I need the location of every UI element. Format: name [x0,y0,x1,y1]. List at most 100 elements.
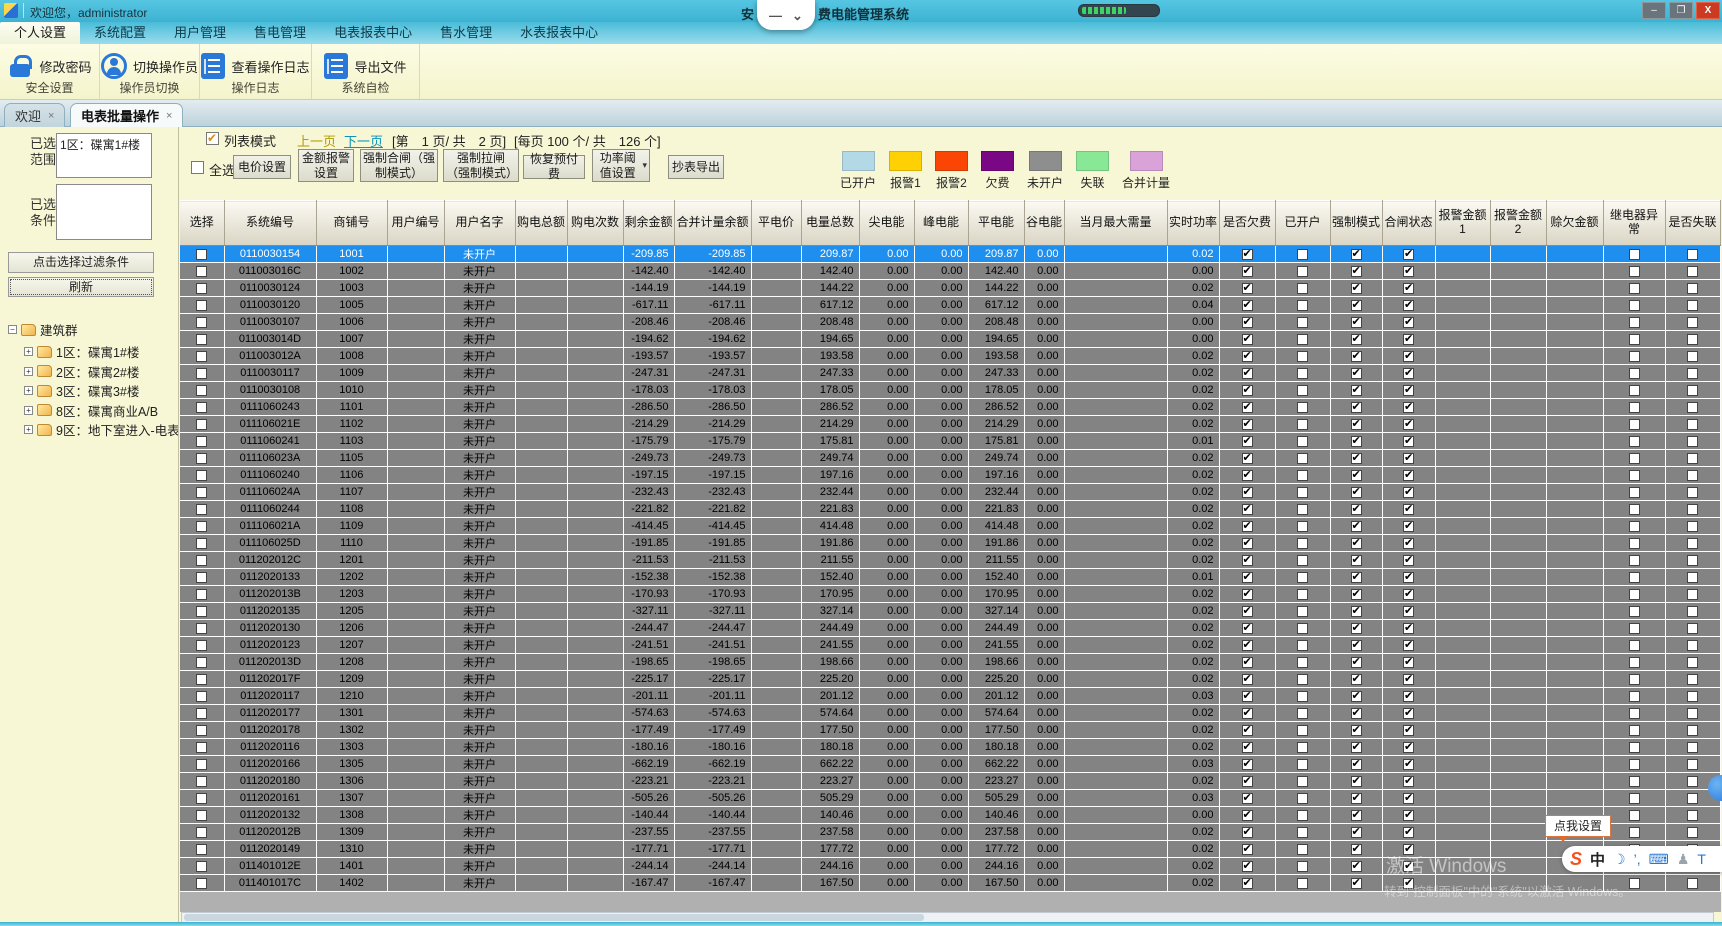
relay-abnormal-checkbox[interactable] [1628,503,1640,515]
is-owing-checkbox[interactable] [1241,808,1253,821]
row-select-checkbox[interactable] [196,299,208,311]
table-row[interactable]: 011003012A 1008 未开户 -193.57 -193.57 193.58 0.0… [180,347,1721,365]
is-lost-checkbox[interactable] [1687,690,1698,702]
is-owing-checkbox[interactable] [1241,689,1253,702]
table-row[interactable]: 011003016C 1002 未开户 -142.40 -142.40 142.40 0.0… [180,262,1721,280]
is-opened-checkbox[interactable] [1297,384,1308,396]
is-lost-checkbox[interactable] [1687,571,1698,583]
relay-abnormal-checkbox[interactable] [1628,299,1640,311]
table-row[interactable]: 0112020178 1302 未开户 -177.49 -177.49 177.50 0.0… [180,721,1721,739]
column-header-forced-mode[interactable]: 强制模式 [1330,200,1383,246]
cell-select[interactable] [180,449,225,467]
row-select-checkbox[interactable] [196,622,208,634]
forced-mode-checkbox[interactable] [1350,587,1362,600]
column-header-remaining-amount[interactable]: 剩余金额 [623,200,675,246]
row-select-checkbox[interactable] [196,860,208,872]
ime-mode-icon[interactable]: 中 [1590,849,1605,870]
relay-abnormal-checkbox[interactable] [1628,384,1640,396]
cell-select[interactable] [180,806,225,824]
gate-state-checkbox[interactable] [1403,757,1414,770]
is-opened-checkbox[interactable] [1297,826,1308,838]
tree-node-5[interactable]: +9区：地下室进入-电表 [24,420,180,439]
gate-state-checkbox[interactable] [1403,621,1414,634]
forced-mode-checkbox[interactable] [1350,434,1362,447]
column-header-credit-amount[interactable]: 赊欠金额 [1546,200,1604,246]
table-row[interactable]: 0112020132 1308 未开户 -140.44 -140.44 140.46 0.0… [180,806,1721,824]
row-select-checkbox[interactable] [196,690,208,702]
gate-state-checkbox[interactable] [1403,604,1414,617]
gate-state-checkbox[interactable] [1403,553,1414,566]
is-owing-checkbox[interactable] [1241,349,1253,362]
table-row[interactable]: 011106023A 1105 未开户 -249.73 -249.73 249.74 0.0… [180,449,1721,467]
tree-expander-icon[interactable]: − [8,325,17,334]
is-lost-checkbox[interactable] [1687,588,1698,600]
is-owing-checkbox[interactable] [1241,638,1253,651]
table-row[interactable]: 011202013B 1203 未开户 -170.93 -170.93 170.95 0.0… [180,585,1721,603]
cell-select[interactable] [180,755,225,773]
column-header-alarm-amount-1[interactable]: 报警金额1 [1435,200,1491,246]
cell-select[interactable] [180,483,225,501]
table-row[interactable]: 0111060244 1108 未开户 -221.82 -221.82 221.83 0.0… [180,500,1721,518]
gate-state-checkbox[interactable] [1403,349,1414,362]
cell-select[interactable] [180,347,225,365]
table-row[interactable]: 011003014D 1007 未开户 -194.62 -194.62 194.65 0.0… [180,330,1721,348]
is-lost-checkbox[interactable] [1687,809,1698,821]
column-header-merged-remaining[interactable]: 合并计量余额 [674,200,752,246]
is-lost-checkbox[interactable] [1687,673,1698,685]
prev-page-link[interactable]: 上一页 [297,131,336,150]
is-lost-checkbox[interactable] [1687,350,1698,362]
forced-mode-checkbox[interactable] [1350,757,1362,770]
column-header-select[interactable]: 选择 [180,200,225,246]
forced-mode-checkbox[interactable] [1350,264,1362,277]
is-opened-checkbox[interactable] [1297,792,1308,804]
is-owing-checkbox[interactable] [1241,485,1253,498]
action-button-1[interactable]: 电价设置 [233,155,291,179]
gate-state-checkbox[interactable] [1403,791,1414,804]
is-lost-checkbox[interactable] [1687,435,1698,447]
cell-select[interactable] [180,602,225,620]
cell-select[interactable] [180,534,225,552]
gate-state-checkbox[interactable] [1403,281,1414,294]
column-header-relay-abnormal[interactable]: 继电器异常 [1603,200,1666,246]
relay-abnormal-checkbox[interactable] [1628,520,1640,532]
action-button-7[interactable]: 抄表导出 [668,155,724,179]
row-select-checkbox[interactable] [196,792,208,804]
moon-icon[interactable]: ☽ [1613,852,1626,866]
row-select-checkbox[interactable] [196,520,208,532]
forced-mode-checkbox[interactable] [1350,553,1362,566]
cell-select[interactable] [180,432,225,450]
menu-item-7[interactable]: 水表报表中心 [506,22,612,44]
cell-select[interactable] [180,313,225,331]
is-opened-checkbox[interactable] [1297,401,1308,413]
forced-mode-checkbox[interactable] [1350,536,1362,549]
is-lost-checkbox[interactable] [1687,826,1698,838]
tree-node-1[interactable]: +1区：碟寓1#楼 [24,342,139,361]
is-opened-checkbox[interactable] [1297,724,1308,736]
cell-select[interactable] [180,517,225,535]
is-opened-checkbox[interactable] [1297,656,1308,668]
row-select-checkbox[interactable] [196,452,208,464]
table-row[interactable]: 0112020177 1301 未开户 -574.63 -574.63 574.64 0.0… [180,704,1721,722]
is-opened-checkbox[interactable] [1297,588,1308,600]
forced-mode-checkbox[interactable] [1350,298,1362,311]
cell-select[interactable] [180,789,225,807]
is-owing-checkbox[interactable] [1241,298,1253,311]
forced-mode-checkbox[interactable] [1350,621,1362,634]
tree-node-2[interactable]: +2区：碟寓2#楼 [24,362,139,381]
is-lost-checkbox[interactable] [1687,384,1698,396]
gate-state-checkbox[interactable] [1403,332,1414,345]
table-row[interactable]: 0111060241 1103 未开户 -175.79 -175.79 175.81 0.0… [180,432,1721,450]
is-opened-checkbox[interactable] [1297,316,1308,328]
forced-mode-checkbox[interactable] [1350,842,1362,855]
forced-mode-checkbox[interactable] [1350,485,1362,498]
column-header-purchase-count[interactable]: 购电次数 [567,200,624,246]
column-header-user-name[interactable]: 用户名字 [444,200,516,246]
relay-abnormal-checkbox[interactable] [1628,741,1640,753]
table-row[interactable]: 0112020166 1305 未开户 -662.19 -662.19 662.22 0.0… [180,755,1721,773]
forced-mode-checkbox[interactable] [1350,689,1362,702]
relay-abnormal-checkbox[interactable] [1628,673,1640,685]
forced-mode-checkbox[interactable] [1350,502,1362,515]
action-button-3[interactable]: 强制合闸（强制模式） [360,149,438,182]
table-row[interactable]: 0111060240 1106 未开户 -197.15 -197.15 197.16 0.0… [180,466,1721,484]
column-header-energy-total[interactable]: 电量总数 [801,200,860,246]
